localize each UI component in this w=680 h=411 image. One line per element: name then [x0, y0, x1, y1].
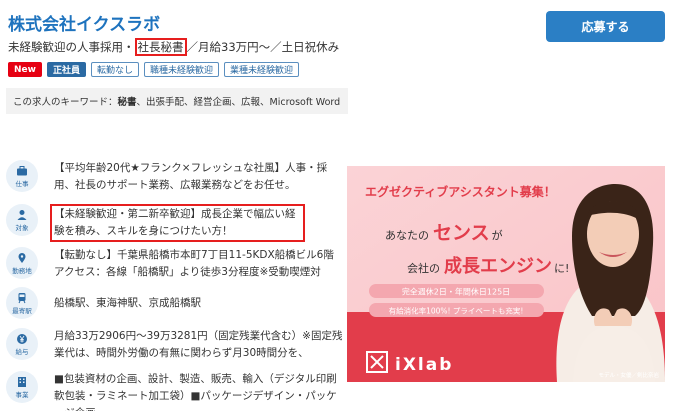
line1-pre: あなたの — [385, 229, 429, 242]
row-station: 最寄駅 船橋駅、東海神駅、京成船橋駅 — [6, 287, 346, 319]
banner-growth: 成長エンジン — [444, 255, 552, 277]
subtitle-pre: 未経験歓迎の人事採用・ — [8, 40, 135, 54]
row-icon-label: 仕事 — [15, 179, 29, 188]
row-business: 事業 ■包装資材の企画、設計、製造、販売、輸入（デジタル印刷軟包装・ラミネート加… — [6, 371, 346, 411]
tag-list: New 正社員 転勤なし 職種未経験歓迎 業種未経験歓迎 — [8, 62, 300, 77]
tag-industry-inexperience: 業種未経験歓迎 — [224, 62, 300, 77]
row-icon-label: 最寄駅 — [12, 306, 32, 315]
row-location: 勤務地 【転勤なし】千葉県船橋市本町7丁目11-5KDX船橋ビル6階 アクセス：… — [6, 247, 346, 281]
person-icon: 対象 — [6, 204, 38, 236]
banner-pill2: 有給消化率100%! プライベートも充実! — [389, 306, 524, 316]
row-text: 【転勤なし】千葉県船橋市本町7丁目11-5KDX船橋ビル6階 アクセス：各線「船… — [54, 249, 334, 278]
recruit-banner[interactable]: エグゼクティブアシスタント募集！ あなたの センスが 会社の 成長エンジン に! 完全… — [347, 166, 665, 382]
keyword-prefix: この求人のキーワード： — [13, 97, 118, 108]
row-text: ■包装資材の企画、設計、製造、販売、輸入（デジタル印刷軟包装・ラミネート加工袋）… — [54, 373, 337, 411]
row-icon-label: 事業 — [15, 390, 29, 399]
row-icon-label: 勤務地 — [12, 266, 32, 275]
keyword-box: この求人のキーワード： 秘書 、出張手配、経営企画、広報、Microsoft Wor… — [6, 88, 348, 114]
keyword-rest: 、出張手配、経営企画、広報、Microsoft Word — [136, 97, 341, 108]
train-icon: 最寄駅 — [6, 287, 38, 319]
banner-logo-text: iXlab — [395, 355, 453, 375]
apply-button[interactable]: 応募する — [546, 11, 665, 42]
subtitle-post: ／月給33万円〜／土日祝休み — [186, 40, 340, 54]
keyword-bold: 秘書 — [117, 97, 137, 108]
tag-no-transfer: 転勤なし — [90, 62, 139, 77]
tag-employment: 正社員 — [46, 62, 86, 77]
company-name[interactable]: 株式会社イクスラボ — [8, 10, 160, 35]
pin-icon: 勤務地 — [6, 247, 38, 279]
line2-pre: 会社の — [407, 261, 440, 275]
row-salary: 給与 月給33万2906円〜39万3281円（固定残業代含む）※固定残業代は、時… — [6, 328, 346, 362]
row-text: 月給33万2906円〜39万3281円（固定残業代含む）※固定残業代は、時間外労… — [54, 330, 343, 359]
job-subtitle: 未経験歓迎の人事採用・ 社長秘書 ／月給33万円〜／土日祝休み — [8, 38, 340, 56]
tag-new: New — [8, 62, 42, 77]
row-icon-label: 対象 — [15, 223, 29, 232]
line2-post: に! — [554, 262, 569, 275]
line1-post: が — [492, 228, 503, 242]
yen-icon: 給与 — [6, 328, 38, 360]
row-text: 【平均年齢20代★フランク×フレッシュな社風】人事・採用、社長のサポート業務、広… — [54, 162, 328, 191]
row-job: 仕事 【平均年齢20代★フランク×フレッシュな社風】人事・採用、社長のサポート業… — [6, 160, 346, 194]
banner-headline: エグゼクティブアシスタント募集！ — [365, 184, 556, 199]
tag-job-inexperience: 職種未経験歓迎 — [143, 62, 219, 77]
building-icon: 事業 — [6, 371, 38, 403]
banner-sense: センス — [433, 222, 490, 244]
banner-credit: モデル・女優／剣比奈岩 — [598, 371, 659, 379]
row-target: 対象 【未経験歓迎・第二新卒歓迎】成長企業で幅広い経験を積み、スキルを身につけた… — [6, 204, 346, 242]
row-text-highlight: 【未経験歓迎・第二新卒歓迎】成長企業で幅広い経験を積み、スキルを身につけたい方！ — [50, 204, 305, 242]
briefcase-icon: 仕事 — [6, 160, 38, 192]
subtitle-highlight: 社長秘書 — [134, 38, 187, 56]
banner-art: エグゼクティブアシスタント募集！ あなたの センスが 会社の 成長エンジン に! 完全… — [347, 166, 665, 382]
row-icon-label: 給与 — [15, 347, 29, 356]
row-text: 船橋駅、東海神駅、京成船橋駅 — [54, 297, 201, 309]
banner-pill1: 完全週休2日・年間休日125日 — [402, 287, 510, 297]
